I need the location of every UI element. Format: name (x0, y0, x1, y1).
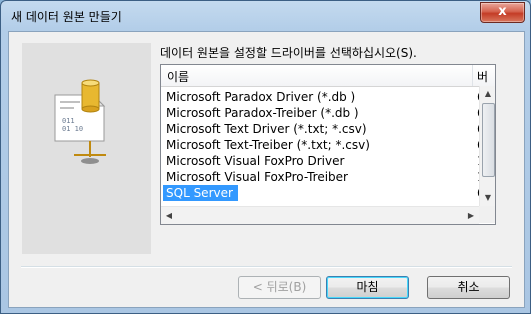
list-item-selected[interactable]: SQL Server 6, (161, 185, 488, 201)
list-item[interactable]: Microsoft Visual FoxPro-Treiber 1, (161, 169, 488, 185)
driver-name: Microsoft Paradox Driver (*.db ) (166, 90, 356, 104)
list-item[interactable]: Microsoft Paradox-Treiber (*.db ) 6, (161, 105, 488, 121)
finish-button[interactable]: 마침 (326, 276, 409, 299)
column-header-version[interactable]: 버 (477, 68, 488, 85)
button-area-divider (21, 266, 512, 268)
list-item[interactable]: Microsoft Text-Treiber (*.txt; *.csv) 6, (161, 137, 488, 153)
scrollbar-corner (479, 206, 495, 223)
column-divider[interactable] (472, 65, 473, 86)
driver-name: Microsoft Visual FoxPro Driver (166, 154, 345, 168)
driver-name: SQL Server (163, 185, 238, 201)
title-bar[interactable]: 새 데이터 원본 만들기 x (1, 1, 530, 31)
horizontal-scrollbar[interactable]: ◀ ▶ (161, 206, 479, 224)
driver-name: Microsoft Text-Treiber (*.txt; *.csv) (166, 138, 370, 152)
scroll-right-arrow-icon[interactable]: ▶ (463, 207, 479, 224)
scroll-left-arrow-icon[interactable]: ◀ (161, 207, 177, 224)
driver-prompt-label: 데이터 원본을 설정할 드라이버를 선택하십시오(S). (160, 46, 417, 60)
vertical-scroll-thumb[interactable] (482, 103, 495, 177)
list-header: 이름 버 (161, 65, 495, 87)
dialog-client-area: 011 01 10 데이터 원본을 설정할 드라이버를 선택하십시오(S). 이… (8, 31, 525, 308)
list-item[interactable]: Microsoft Paradox Driver (*.db ) 6, (161, 89, 488, 105)
back-button[interactable]: < 뒤로(B) (238, 276, 321, 299)
wizard-image-panel: 011 01 10 (22, 43, 151, 254)
driver-name: Microsoft Visual FoxPro-Treiber (166, 170, 348, 184)
driver-name: Microsoft Text Driver (*.txt; *.csv) (166, 122, 367, 136)
cancel-button[interactable]: 취소 (427, 276, 510, 299)
svg-text:011: 011 (62, 117, 75, 125)
column-header-name[interactable]: 이름 (167, 68, 189, 85)
dialog-window: 새 데이터 원본 만들기 x 011 01 10 데이터 원본을 설정할 드라이… (0, 0, 531, 314)
vertical-scrollbar[interactable]: ▲ ▼ (479, 86, 495, 206)
window-title: 새 데이터 원본 만들기 (11, 10, 122, 24)
data-source-illustration-icon: 011 01 10 (54, 79, 106, 164)
driver-name: Microsoft Paradox-Treiber (*.db ) (166, 106, 359, 120)
close-icon: x (498, 4, 507, 19)
driver-list[interactable]: 이름 버 Microsoft Paradox Driver (*.db ) 6,… (160, 64, 496, 225)
close-button[interactable]: x (480, 2, 525, 23)
list-item[interactable]: Microsoft Visual FoxPro Driver 1, (161, 153, 488, 169)
scroll-down-arrow-icon[interactable]: ▼ (480, 190, 495, 206)
svg-text:01 10: 01 10 (62, 125, 83, 133)
scroll-up-arrow-icon[interactable]: ▲ (480, 86, 495, 102)
list-item[interactable]: Microsoft Text Driver (*.txt; *.csv) 6, (161, 121, 488, 137)
